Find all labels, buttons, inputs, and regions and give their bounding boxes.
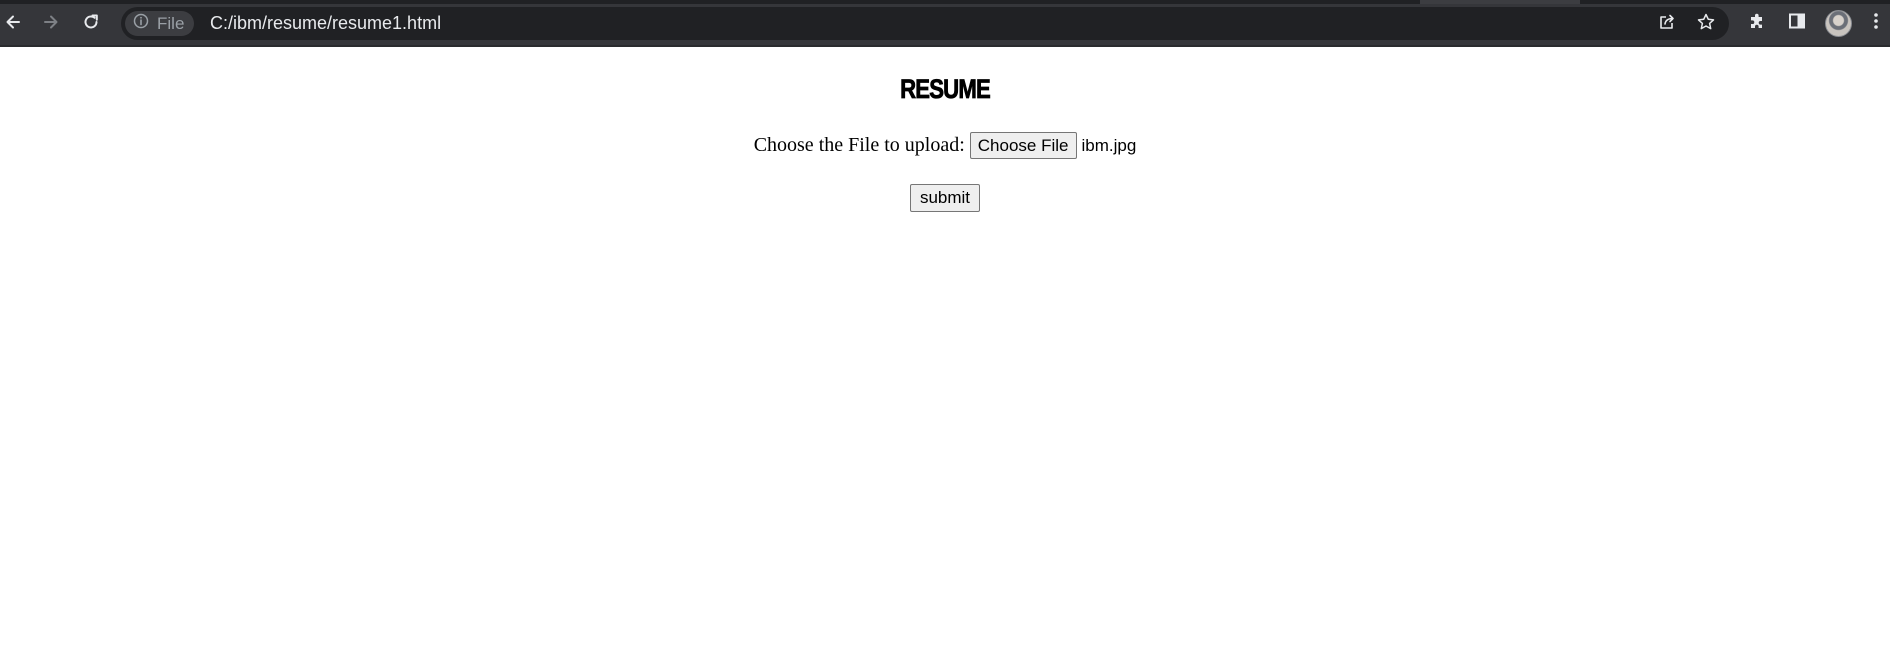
choose-file-button[interactable]: Choose File [969,132,1077,159]
side-panel-button[interactable] [1785,11,1809,35]
menu-button[interactable] [1866,11,1886,35]
submit-row: submit [0,184,1890,212]
page-heading: RESUME [900,74,991,105]
arrow-left-icon [3,12,23,32]
upload-label: Choose the File to upload: [753,134,965,156]
side-panel-icon [1787,11,1807,36]
site-chip-label: File [157,13,185,33]
address-bar[interactable]: File C:/ibm/resume/resume1.html [121,7,1729,40]
upload-row: Choose the File to upload: Choose File i… [0,132,1890,159]
share-icon [1657,12,1677,37]
star-icon [1696,12,1716,37]
url-text[interactable]: C:/ibm/resume/resume1.html [210,13,441,34]
page-content: RESUME Choose the File to upload: Choose… [0,47,1890,647]
tab-strip [0,0,1890,4]
reload-icon [81,12,101,32]
tab-hint [1420,0,1580,4]
share-button[interactable] [1656,13,1678,35]
kebab-menu-icon [1872,11,1880,36]
selected-file-name: ibm.jpg [1081,135,1137,155]
profile-avatar[interactable] [1825,10,1852,37]
browser-toolbar: File C:/ibm/resume/resume1.html [0,0,1890,47]
puzzle-icon [1747,11,1767,36]
arrow-right-icon [41,12,61,32]
back-button[interactable] [0,9,26,35]
reload-button[interactable] [78,9,104,35]
forward-button[interactable] [38,9,64,35]
bookmark-button[interactable] [1695,13,1717,35]
submit-button[interactable]: submit [909,184,981,212]
extensions-button[interactable] [1745,11,1769,35]
site-info-chip[interactable]: File [125,11,195,36]
info-icon [133,13,149,34]
